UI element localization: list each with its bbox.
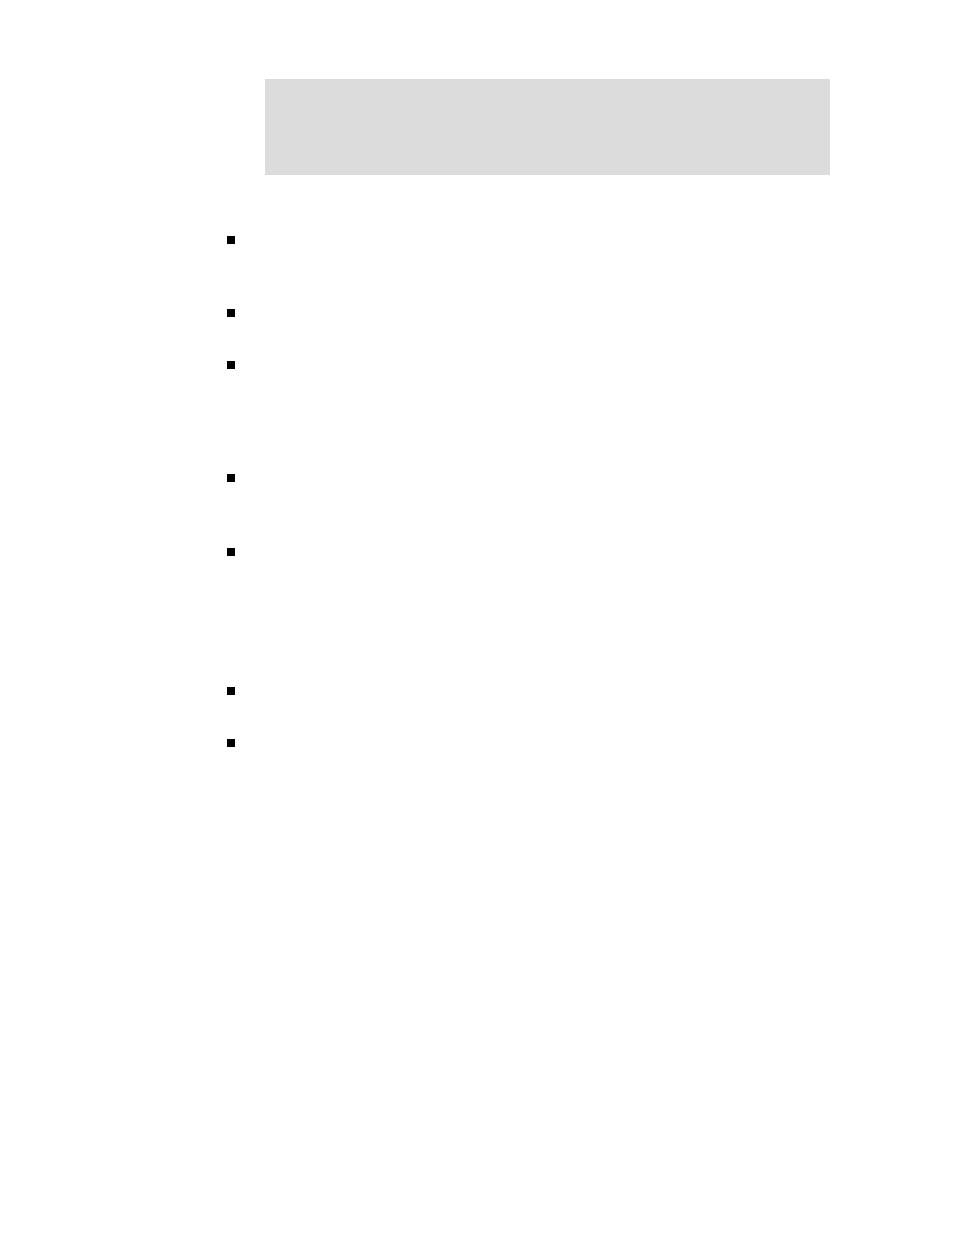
bullet-item [227,548,235,556]
header-box [265,79,830,175]
bullet-item [227,474,235,482]
bullet-item [227,361,235,369]
bullet-item [227,739,235,747]
bullet-item [227,309,235,317]
bullet-item [227,236,235,244]
bullet-item [227,687,235,695]
